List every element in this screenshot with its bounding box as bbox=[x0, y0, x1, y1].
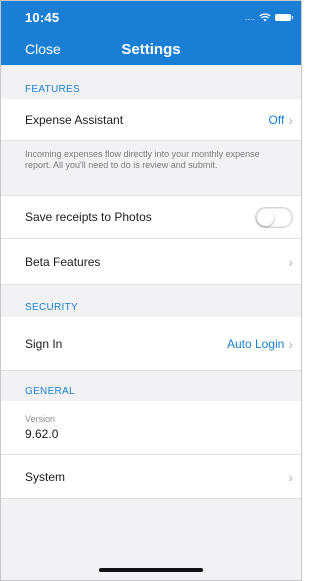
battery-icon bbox=[275, 13, 293, 21]
save-receipts-row: Save receipts to Photos bbox=[1, 196, 301, 239]
beta-features-label: Beta Features bbox=[25, 254, 101, 269]
close-button[interactable]: Close bbox=[25, 41, 61, 57]
chevron-right-icon: › bbox=[288, 253, 293, 270]
section-header-features: FEATURES bbox=[25, 84, 80, 95]
system-row[interactable]: System › bbox=[1, 455, 301, 499]
chevron-right-icon: › bbox=[288, 111, 293, 128]
expense-assistant-label: Expense Assistant bbox=[25, 112, 124, 127]
sign-in-value: Auto Login bbox=[226, 336, 285, 351]
version-value: 9.62.0 bbox=[25, 427, 59, 441]
status-bar: 10:45 .... bbox=[1, 1, 301, 33]
expense-assistant-row[interactable]: Expense Assistant Off › bbox=[1, 99, 301, 141]
wifi-icon bbox=[259, 12, 271, 21]
status-time: 10:45 bbox=[25, 9, 60, 25]
phone-screen: 10:45 .... Close Settings FEATURES Expen… bbox=[0, 0, 302, 581]
toggle-knob bbox=[257, 208, 274, 226]
section-header-security: SECURITY bbox=[25, 302, 78, 313]
sign-in-value-group: Auto Login › bbox=[227, 337, 293, 351]
status-icons: .... bbox=[244, 12, 293, 22]
sign-in-label: Sign In bbox=[25, 336, 63, 351]
version-caption: Version bbox=[25, 414, 56, 424]
chevron-right-icon: › bbox=[288, 335, 293, 352]
sign-in-row[interactable]: Sign In Auto Login › bbox=[1, 317, 301, 371]
expense-assistant-value: Off bbox=[268, 112, 285, 127]
save-receipts-toggle[interactable] bbox=[255, 206, 293, 228]
expense-assistant-value-group: Off › bbox=[269, 113, 293, 127]
version-row: Version 9.62.0 bbox=[1, 401, 301, 455]
expense-assistant-description: Incoming expenses flow directly into you… bbox=[1, 141, 301, 196]
section-header-general: GENERAL bbox=[25, 386, 75, 397]
save-receipts-label: Save receipts to Photos bbox=[25, 210, 152, 224]
signal-icon: .... bbox=[244, 12, 255, 22]
nav-bar: Close Settings bbox=[1, 33, 301, 65]
beta-features-row[interactable]: Beta Features › bbox=[1, 239, 301, 285]
home-indicator[interactable] bbox=[99, 568, 203, 572]
system-label: System bbox=[25, 469, 66, 484]
chevron-right-icon: › bbox=[288, 468, 293, 485]
